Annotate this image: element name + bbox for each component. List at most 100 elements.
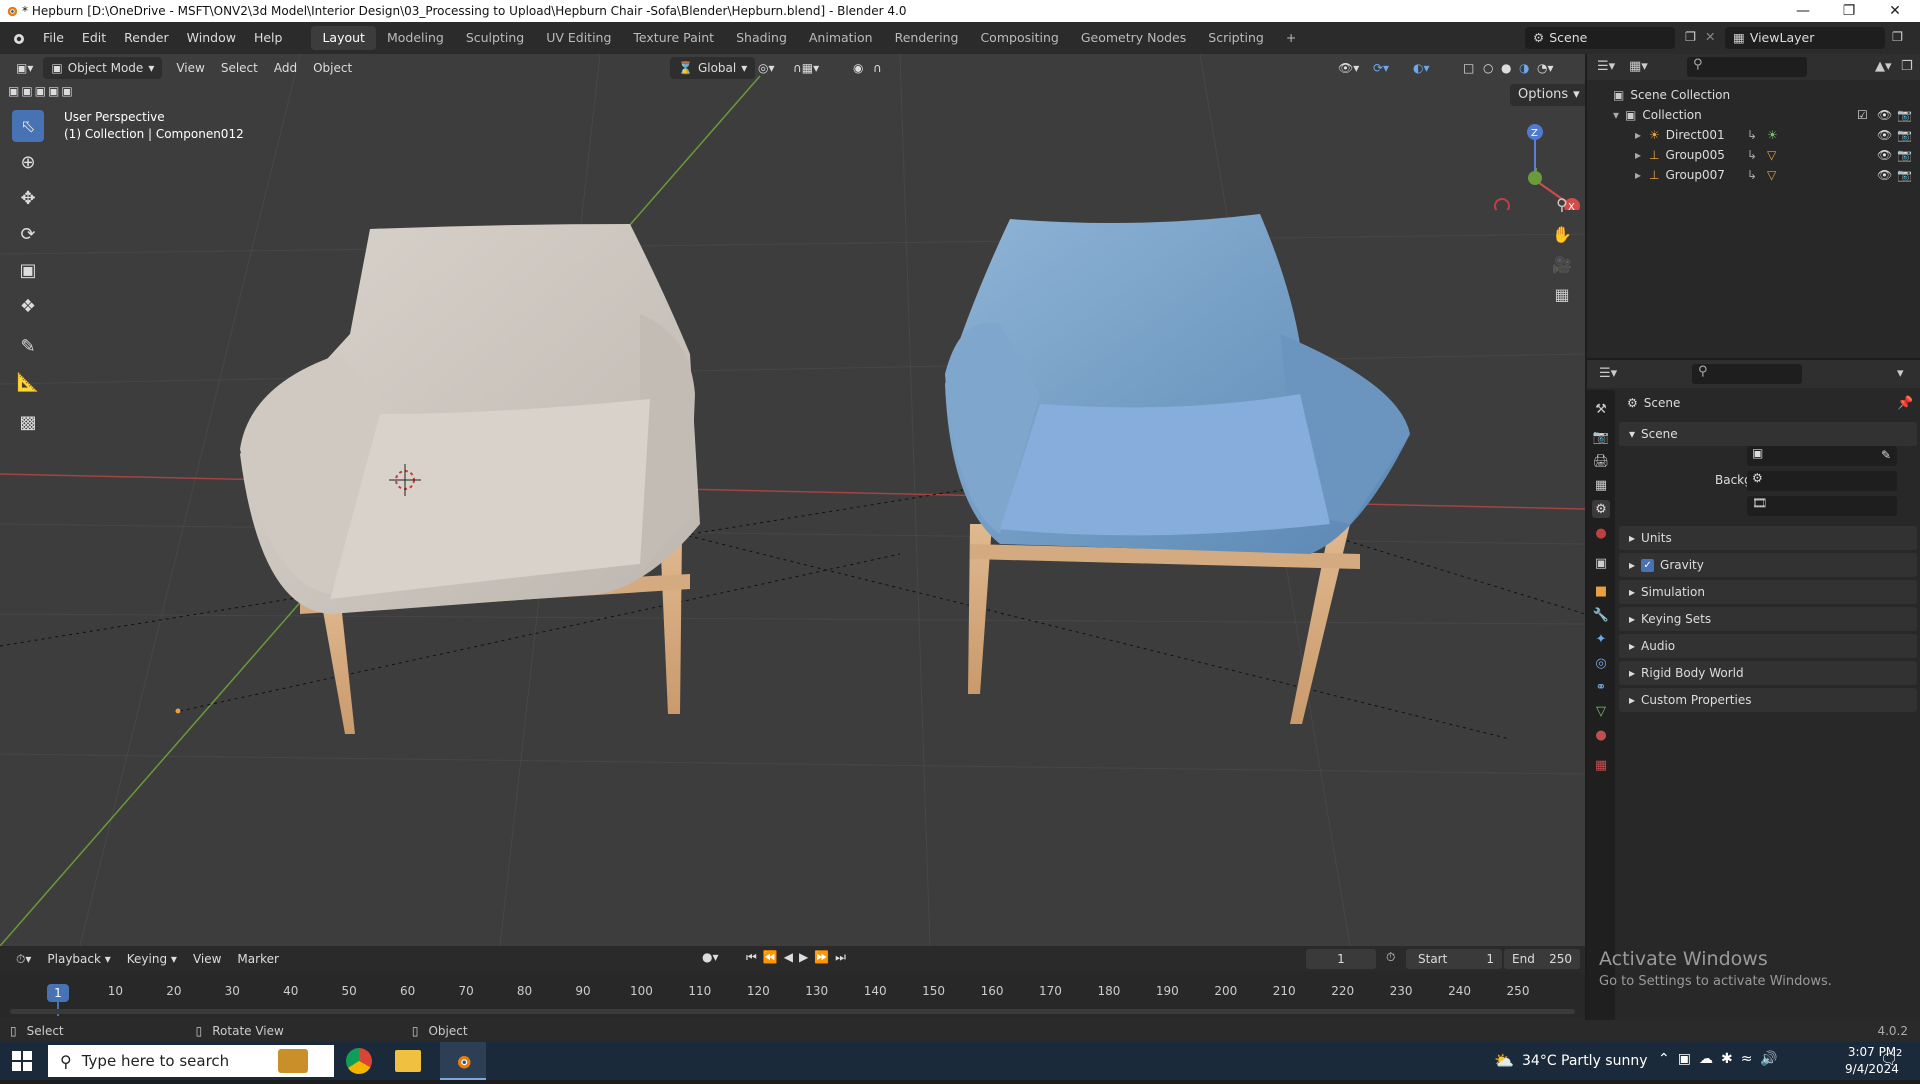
render-tab-icon[interactable]: 📷: [1592, 428, 1610, 446]
include-checkbox[interactable]: ☑: [1857, 108, 1868, 122]
select-box-tool[interactable]: ⬁: [12, 110, 44, 142]
constraints-tab-icon[interactable]: ⚭: [1592, 678, 1610, 696]
outliner-row-group007[interactable]: ▸ ⊥ Group007 ↳ ▽ 👁 📷: [1587, 165, 1920, 185]
chevron-down-icon[interactable]: ▾: [1897, 366, 1904, 381]
playback-controls[interactable]: ⏮⏪◀▶⏩⏭: [746, 950, 852, 965]
chevron-down-icon[interactable]: ▾: [1613, 108, 1619, 122]
measure-tool[interactable]: 📐: [12, 366, 44, 398]
overlay-toggle-icon[interactable]: ◐▾: [1405, 57, 1438, 79]
3d-viewport[interactable]: ▣▾ ▣ Object Mode ▾ View Select Add Objec…: [0, 54, 1585, 946]
particles-tab-icon[interactable]: ✦: [1592, 630, 1610, 648]
workspace-tab-shading[interactable]: Shading: [725, 26, 798, 50]
eye-icon[interactable]: 👁: [1877, 148, 1892, 162]
scene-selector[interactable]: ⚙ Scene: [1525, 27, 1675, 49]
modifier-tab-icon[interactable]: 🔧: [1592, 606, 1610, 624]
maximize-button[interactable]: ❐: [1826, 0, 1872, 22]
scene-tab-icon[interactable]: ⚙: [1592, 500, 1610, 518]
properties-editor-type-icon[interactable]: ☰▾: [1599, 366, 1617, 381]
system-tray-icons[interactable]: ⌃▣☁✱≈🔊: [1658, 1051, 1786, 1067]
add-workspace-icon[interactable]: +: [1275, 26, 1307, 50]
selection-mode-icons[interactable]: ▣▣▣▣▣: [8, 84, 75, 98]
blender-taskbar-icon[interactable]: [440, 1042, 486, 1080]
weather-icon[interactable]: ⛅: [1494, 1051, 1514, 1070]
workspace-tab-layout[interactable]: Layout: [311, 26, 376, 50]
eye-icon[interactable]: 👁: [1877, 168, 1892, 182]
timeline-ruler[interactable]: 1 10 20 30 40 50 60 70 80 90 100 110 120 130 140 150 16…: [0, 972, 1585, 1018]
scale-tool[interactable]: ▣: [12, 254, 44, 286]
eye-icon[interactable]: 👁: [1877, 128, 1892, 142]
workspace-tab-sculpting[interactable]: Sculpting: [455, 26, 535, 50]
gravity-panel-header[interactable]: ▸ ✓ Gravity: [1619, 553, 1917, 577]
annotate-tool[interactable]: ✎: [12, 330, 44, 362]
visibility-icon[interactable]: 👁▾: [1330, 57, 1367, 79]
timeline-scrollbar[interactable]: [10, 1009, 1575, 1014]
workspace-tab-rendering[interactable]: Rendering: [884, 26, 970, 50]
transform-orientation-dropdown[interactable]: ⌛ Global ▾: [670, 57, 756, 79]
eye-icon[interactable]: 👁: [1877, 108, 1892, 122]
transform-tool[interactable]: ❖: [12, 290, 44, 322]
scene-section-header[interactable]: ▾ Scene: [1619, 422, 1917, 446]
menu-edit[interactable]: Edit: [73, 22, 115, 54]
units-panel-header[interactable]: ▸ Units: [1619, 526, 1917, 550]
taskbar-search-box[interactable]: ⚲ Type here to search: [48, 1045, 334, 1077]
camera-render-icon[interactable]: 📷: [1897, 128, 1912, 142]
filter-icon[interactable]: ▲▾: [1875, 59, 1892, 74]
display-mode-icon[interactable]: ▦▾: [1629, 59, 1648, 74]
options-dropdown[interactable]: Options ▾: [1510, 84, 1585, 106]
new-view-layer-icon[interactable]: ❐: [1892, 29, 1903, 44]
keying-sets-panel-header[interactable]: ▸ Keying Sets: [1619, 607, 1917, 631]
workspace-tab-modeling[interactable]: Modeling: [376, 26, 455, 50]
chevron-right-icon[interactable]: ▸: [1635, 168, 1641, 182]
move-tool[interactable]: ✥: [12, 182, 44, 214]
minimize-button[interactable]: —: [1780, 0, 1826, 22]
camera-field[interactable]: ▣ ✎: [1747, 446, 1897, 466]
outliner-editor-type-icon[interactable]: ☰▾: [1597, 59, 1615, 74]
camera-view-icon[interactable]: 🎥: [1548, 250, 1576, 278]
physics-tab-icon[interactable]: ◎: [1592, 654, 1610, 672]
new-collection-icon[interactable]: ❐: [1901, 59, 1913, 74]
view-layer-tab-icon[interactable]: ▦: [1592, 476, 1610, 494]
end-frame-field[interactable]: End 250: [1504, 949, 1580, 969]
stopwatch-icon[interactable]: ⏱: [1386, 950, 1395, 965]
outliner-search-input[interactable]: ⚲: [1687, 57, 1807, 77]
camera-render-icon[interactable]: 📷: [1897, 168, 1912, 182]
record-icon[interactable]: ●▾: [702, 950, 719, 964]
view-layer-selector[interactable]: ▦ ViewLayer: [1725, 27, 1885, 49]
close-window-button[interactable]: ✕: [1872, 0, 1918, 22]
pin-icon[interactable]: 📌: [1897, 396, 1913, 411]
outliner-row-scene-collection[interactable]: ▣ Scene Collection: [1587, 85, 1920, 105]
workspace-tab-texture-paint[interactable]: Texture Paint: [622, 26, 725, 50]
menu-window[interactable]: Window: [178, 22, 245, 54]
timeline-menu-marker[interactable]: Marker: [229, 948, 286, 970]
active-clip-field[interactable]: 🎞: [1747, 496, 1897, 516]
snap-icon[interactable]: ∩▦▾: [785, 57, 827, 79]
workspace-tab-uv-editing[interactable]: UV Editing: [535, 26, 622, 50]
simulation-panel-header[interactable]: ▸ Simulation: [1619, 580, 1917, 604]
viewport-menu-add[interactable]: Add: [266, 57, 305, 79]
pan-hand-icon[interactable]: ✋: [1548, 220, 1576, 248]
output-tab-icon[interactable]: 🖨: [1592, 452, 1610, 470]
properties-search-input[interactable]: ⚲: [1692, 364, 1802, 384]
custom-properties-panel-header[interactable]: ▸ Custom Properties: [1619, 688, 1917, 712]
camera-render-icon[interactable]: 📷: [1897, 148, 1912, 162]
editor-type-icon[interactable]: ▣▾: [8, 57, 41, 79]
viewport-menu-object[interactable]: Object: [305, 57, 360, 79]
world-tab-icon[interactable]: ●: [1592, 524, 1610, 542]
menu-help[interactable]: Help: [245, 22, 292, 54]
remove-scene-icon[interactable]: ✕: [1705, 29, 1715, 44]
background-scene-field[interactable]: ⚙: [1747, 471, 1897, 491]
zoom-icon[interactable]: ⚲: [1548, 190, 1576, 218]
add-cube-tool[interactable]: ▩: [12, 406, 44, 438]
audio-panel-header[interactable]: ▸ Audio: [1619, 634, 1917, 658]
new-scene-icon[interactable]: ❐: [1685, 29, 1696, 44]
playhead[interactable]: 1: [47, 984, 69, 1002]
menu-render[interactable]: Render: [115, 22, 178, 54]
viewport-menu-view[interactable]: View: [168, 57, 212, 79]
data-tab-icon[interactable]: ▽: [1592, 702, 1610, 720]
gravity-checkbox[interactable]: ✓: [1641, 558, 1655, 572]
workspace-tab-compositing[interactable]: Compositing: [969, 26, 1069, 50]
object-tab-icon[interactable]: ■: [1592, 582, 1610, 600]
object-mode-dropdown[interactable]: ▣ Object Mode ▾: [43, 57, 163, 79]
texture-tab-icon[interactable]: ▦: [1592, 756, 1610, 774]
workspace-tab-geometry-nodes[interactable]: Geometry Nodes: [1070, 26, 1197, 50]
